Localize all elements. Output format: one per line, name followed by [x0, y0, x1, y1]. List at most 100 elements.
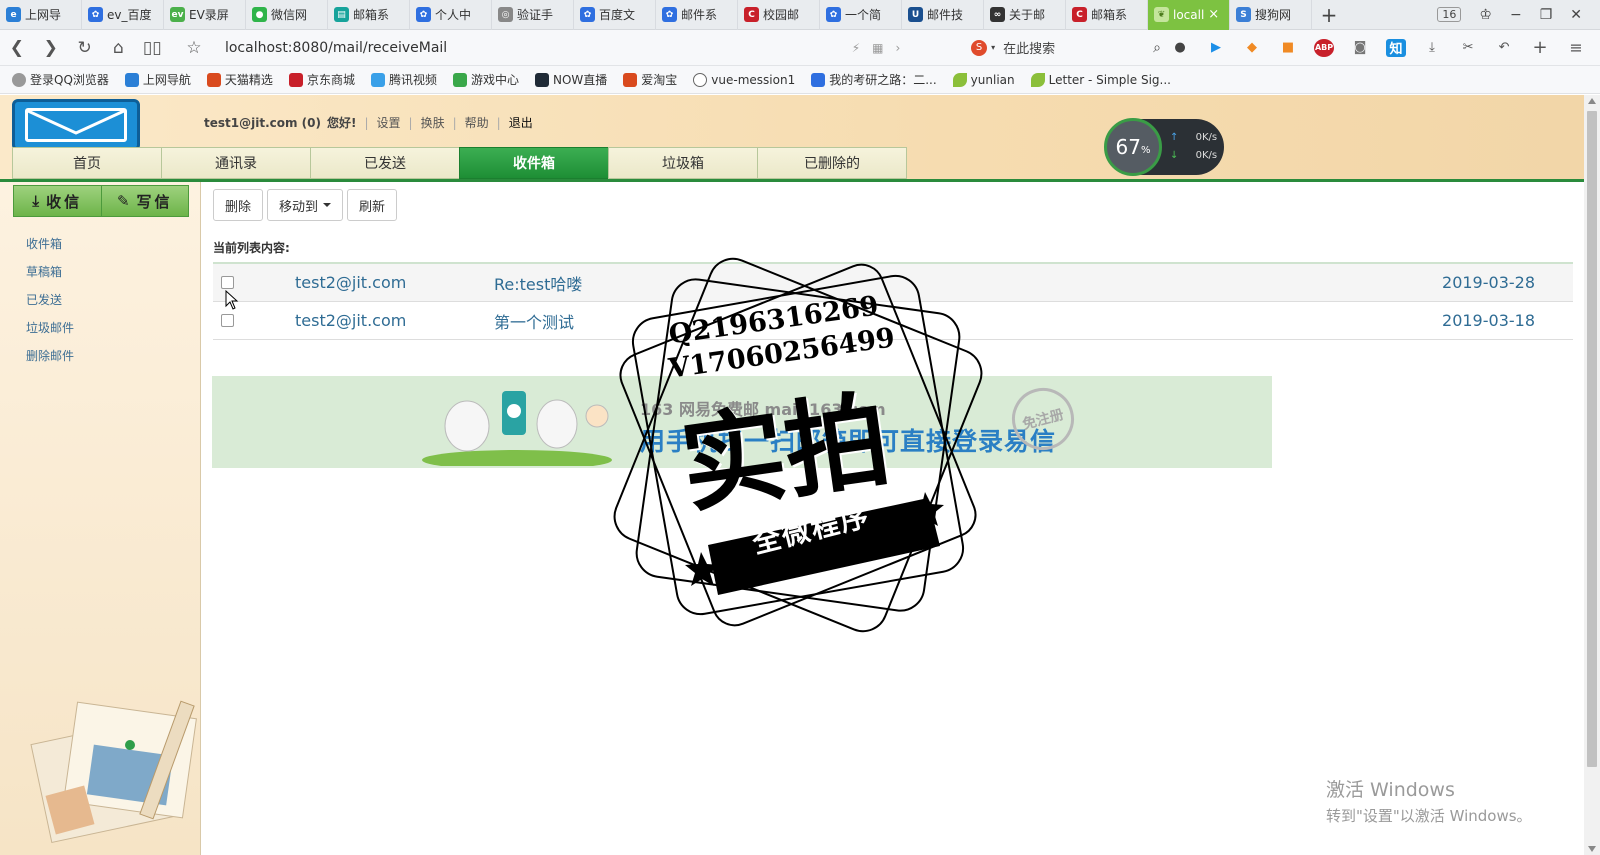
bookmark-item[interactable]: vue-mession1 — [693, 72, 795, 87]
minimize-icon[interactable]: − — [1510, 7, 1522, 23]
browser-tab[interactable]: ev EV录屏 — [164, 0, 246, 30]
tab-sent[interactable]: 已发送 — [310, 147, 460, 179]
restore-icon[interactable]: ❐ — [1540, 7, 1553, 23]
reader-icon[interactable]: ▯▯ — [135, 38, 169, 58]
tab-count-badge[interactable]: 16 — [1437, 7, 1462, 22]
bookmark-item[interactable]: 腾讯视频 — [370, 71, 437, 88]
logout-link[interactable]: 退出 — [509, 114, 533, 131]
browser-tab[interactable]: ✿ 邮件系 — [656, 0, 738, 30]
tab-contacts[interactable]: 通讯录 — [161, 147, 311, 179]
page-scrollbar[interactable] — [1584, 95, 1600, 855]
video-icon[interactable]: ■ — [1278, 39, 1298, 57]
browser-tab[interactable]: ∞ 关于邮 — [984, 0, 1066, 30]
ad-banner[interactable]: 163 网易免费邮 mail.163.com 用手机扫一扫邮箱即可直接登录易信 … — [212, 376, 1272, 468]
browser-tab[interactable]: C 校园邮 — [738, 0, 820, 30]
sidebar-item-spam[interactable]: 垃圾邮件 — [26, 318, 74, 346]
mail-row[interactable]: test2@jit.com 第一个测试 2019-03-18 — [213, 302, 1573, 340]
browser-tab[interactable]: ◎ 验证手 — [492, 0, 574, 30]
bookmark-item[interactable]: 我的考研之路：二... — [811, 71, 937, 88]
browser-tab[interactable]: U 邮件技 — [902, 0, 984, 30]
mail-subject[interactable]: 第一个测试 — [494, 309, 1294, 333]
settings-link[interactable]: 设置 — [377, 114, 401, 131]
sidebar-item-drafts[interactable]: 草稿箱 — [26, 262, 74, 290]
mail-row[interactable]: test2@jit.com Re:test哈喽 2019-03-28 — [213, 264, 1573, 302]
bulb-icon[interactable]: ● — [1170, 39, 1190, 57]
browser-tab[interactable]: S 搜狗网 — [1230, 0, 1312, 30]
camera-icon[interactable]: ◙ — [1350, 39, 1370, 57]
scroll-down-icon[interactable] — [1588, 846, 1596, 852]
tab-trash[interactable]: 垃圾箱 — [608, 147, 758, 179]
browser-tab-active[interactable]: ❦ locall × — [1148, 0, 1230, 30]
bookmark-item[interactable]: Letter - Simple Sig... — [1030, 72, 1171, 87]
search-box[interactable]: S ▾ 在此搜索 ⌕ — [971, 38, 1170, 57]
mail-logo[interactable] — [12, 99, 140, 151]
sidebar-item-sent[interactable]: 已发送 — [26, 290, 74, 318]
bookmark-item[interactable]: NOW直播 — [534, 71, 607, 88]
help-link[interactable]: 帮助 — [465, 114, 489, 131]
tab-inbox[interactable]: 收件箱 — [459, 147, 609, 179]
download-arrow-icon: ↓ — [1170, 150, 1179, 161]
browser-tab[interactable]: ✿ ev_百度 — [82, 0, 164, 30]
browser-tab[interactable]: C 邮箱系 — [1066, 0, 1148, 30]
browser-tab[interactable]: ✿ 百度文 — [574, 0, 656, 30]
move-to-dropdown[interactable]: 移动到 — [267, 189, 344, 221]
row-checkbox[interactable] — [221, 276, 234, 289]
menu-icon[interactable]: ≡ — [1566, 38, 1586, 57]
reload-icon[interactable]: ↻ — [68, 38, 102, 58]
browser-tab[interactable]: e 上网导 — [0, 0, 82, 30]
sidebar-item-inbox[interactable]: 收件箱 — [26, 234, 74, 262]
browser-tab[interactable]: ✿ 一个简 — [820, 0, 902, 30]
undo-icon[interactable]: ↶ — [1494, 39, 1514, 57]
bookmark-item[interactable]: 上网导航 — [124, 71, 191, 88]
row-checkbox[interactable] — [221, 314, 234, 327]
sidebar-item-deleted[interactable]: 删除邮件 — [26, 346, 74, 374]
refresh-button[interactable]: 刷新 — [347, 189, 398, 221]
bookmark-item[interactable]: 游戏中心 — [452, 71, 519, 88]
back-icon[interactable]: ❮ — [0, 38, 34, 58]
search-icon[interactable]: ⌕ — [1153, 40, 1161, 56]
bookmark-item[interactable]: 京东商城 — [288, 71, 355, 88]
new-tab-button[interactable]: + — [1312, 3, 1346, 27]
qr-icon[interactable]: ▦ — [872, 41, 883, 55]
bookmark-item[interactable]: yunlian — [952, 72, 1015, 87]
scissors-icon[interactable]: ✂ — [1458, 39, 1478, 57]
lightning-icon[interactable]: ⚡ — [852, 41, 860, 55]
play-icon[interactable]: ▶ — [1206, 39, 1226, 57]
gamepad-icon[interactable]: ◆ — [1242, 39, 1262, 57]
star-icon[interactable]: ☆ — [177, 38, 211, 58]
delete-button[interactable]: 删除 — [213, 189, 264, 221]
mail-date: 2019-03-18 — [1442, 311, 1535, 330]
mail-subject[interactable]: Re:test哈喽 — [494, 271, 1294, 295]
url-field[interactable]: localhost:8080/mail/receiveMail — [225, 40, 852, 56]
bookmark-item[interactable]: 爱淘宝 — [623, 71, 677, 88]
skin-link[interactable]: 换肤 — [421, 114, 445, 131]
bookmark-item[interactable]: 天猫精选 — [206, 71, 273, 88]
sidebar: ⤓ 收信 ✎ 写信 收件箱 草稿箱 已发送 垃圾邮件 删除邮件 — [0, 182, 201, 855]
chevron-right-icon[interactable]: › — [895, 41, 900, 55]
close-tab-icon[interactable]: × — [1208, 7, 1219, 22]
compose-mail-button[interactable]: ✎ 写信 — [100, 186, 188, 216]
shirt-icon[interactable]: ♔ — [1479, 7, 1492, 23]
divider: | — [364, 115, 369, 130]
close-window-icon[interactable]: ✕ — [1570, 7, 1582, 23]
tab-deleted[interactable]: 已删除的 — [757, 147, 907, 179]
mail-sender[interactable]: test2@jit.com — [295, 311, 494, 330]
scroll-thumb[interactable] — [1587, 111, 1597, 767]
receive-mail-button[interactable]: ⤓ 收信 — [14, 186, 101, 216]
bookmark-item[interactable]: 登录QQ浏览器 — [12, 71, 109, 88]
plus-icon[interactable]: + — [1530, 37, 1550, 58]
search-input[interactable]: 在此搜索 — [1003, 38, 1153, 57]
network-speed-widget[interactable]: 67% ↑ 0K/s ↓ 0K/s — [1104, 118, 1224, 176]
adblock-icon[interactable]: ABP — [1314, 38, 1335, 57]
browser-tab[interactable]: ● 微信网 — [246, 0, 328, 30]
mail-sender[interactable]: test2@jit.com — [295, 273, 494, 292]
forward-icon[interactable]: ❯ — [34, 38, 68, 58]
browser-tab[interactable]: ✿ 个人中 — [410, 0, 492, 30]
tab-home[interactable]: 首页 — [12, 147, 162, 179]
scroll-up-icon[interactable] — [1588, 98, 1596, 104]
download-icon[interactable]: ⤓ — [1422, 39, 1442, 57]
home-icon[interactable]: ⌂ — [101, 38, 135, 58]
search-dropdown-icon[interactable]: ▾ — [991, 43, 995, 52]
browser-tab[interactable]: ▤ 邮箱系 — [328, 0, 410, 30]
zhihu-icon[interactable]: 知 — [1386, 38, 1407, 57]
